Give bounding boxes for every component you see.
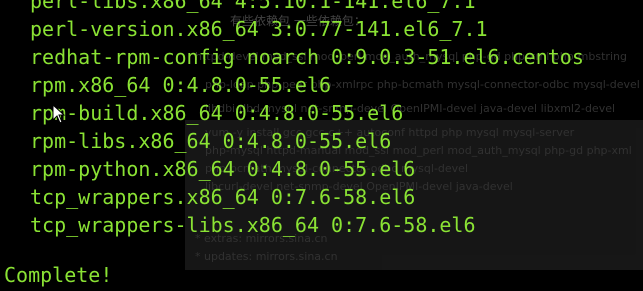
- background-row: * updates: mirrors.sina.cn: [195, 250, 338, 263]
- package-line: rpm.x86_64 0:4.8.0-55.el6: [30, 73, 332, 97]
- package-line: tcp_wrappers-libs.x86_64 0:7.6-58.el6: [30, 213, 476, 237]
- package-line: rpm-libs.x86_64 0:4.8.0-55.el6: [30, 129, 392, 153]
- package-line: tcp_wrappers.x86_64 0:7.6-58.el6: [30, 185, 416, 209]
- status-complete: Complete!: [4, 263, 113, 287]
- package-line: perl-libs.x86_64 4:5.10.1-141.el6_7.1: [30, 0, 476, 13]
- package-line: redhat-rpm-config noarch 0:9.0.3-51.el6.…: [30, 45, 584, 69]
- package-line: rpm-build.x86_64 0:4.8.0-55.el6: [30, 101, 404, 125]
- terminal-window[interactable]: 有些依赖包 一些依赖包： httpd-devel mod_ssl mod_per…: [0, 0, 643, 291]
- package-list: perl-libs.x86_64 4:5.10.1-141.el6_7.1 pe…: [30, 0, 584, 239]
- package-line: rpm-python.x86_64 0:4.8.0-55.el6: [30, 157, 416, 181]
- mouse-pointer-icon: [52, 104, 66, 124]
- package-line: perl-version.x86_64 3:0.77-141.el6_7.1: [30, 17, 488, 41]
